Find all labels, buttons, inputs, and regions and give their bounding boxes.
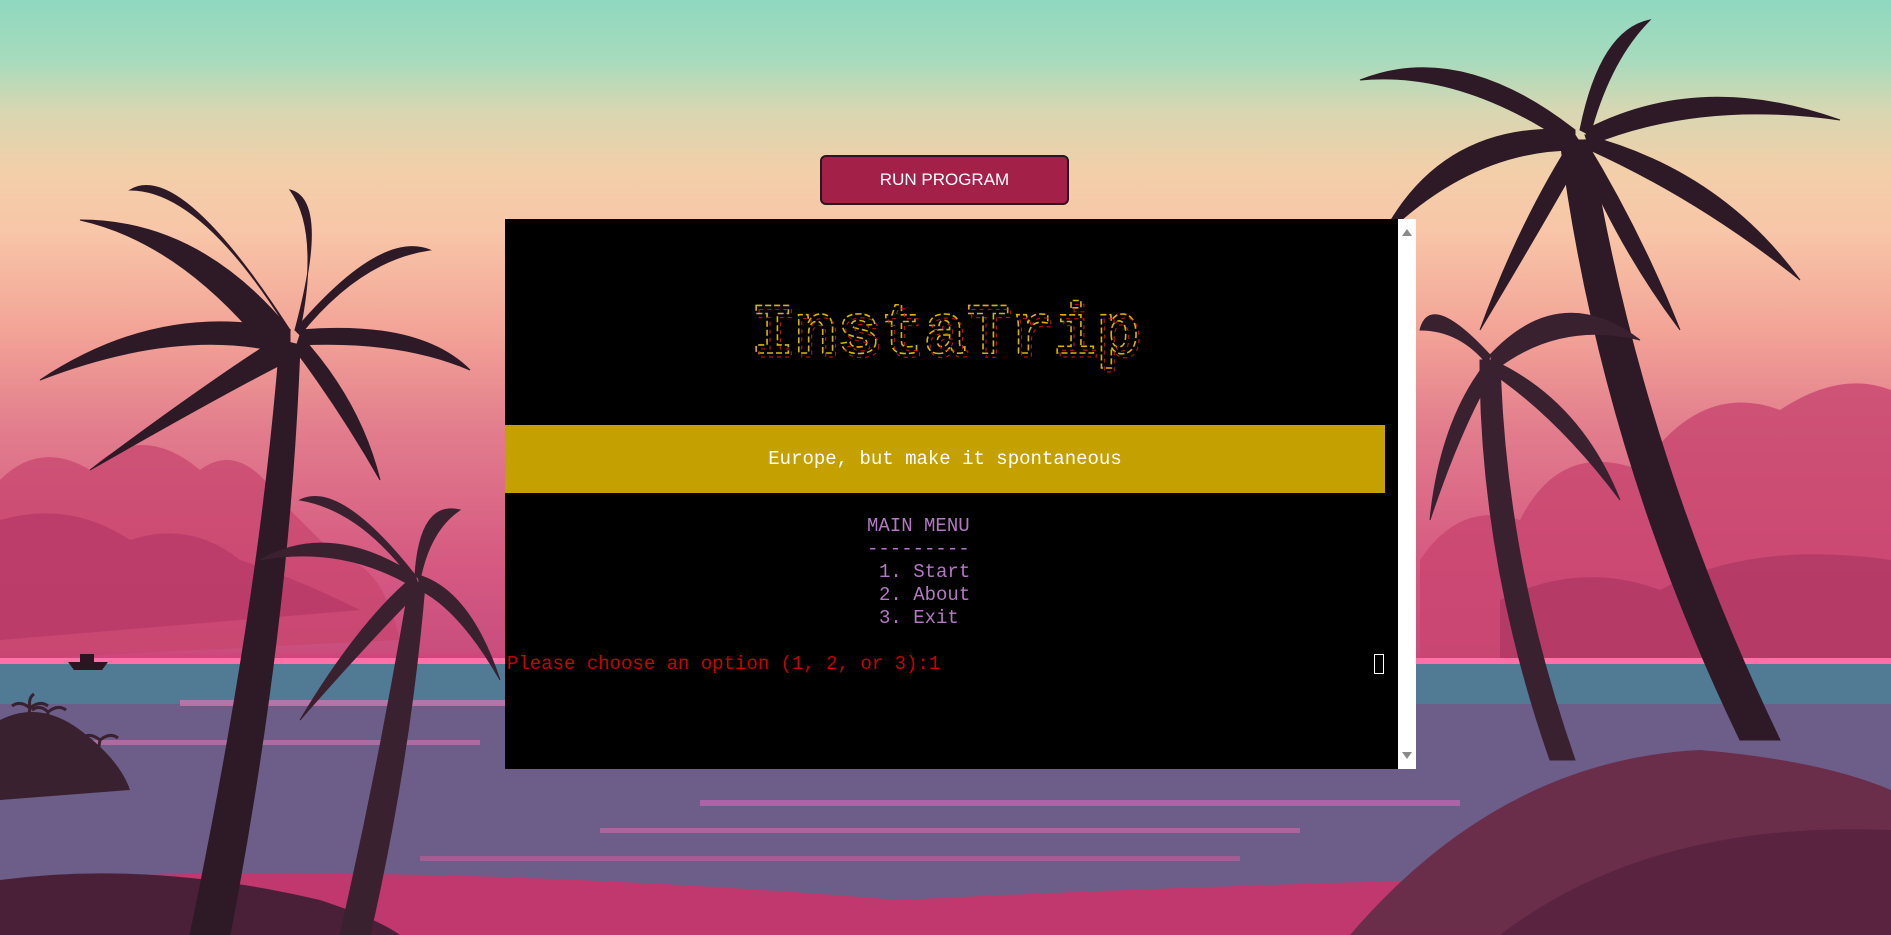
tagline-text: Europe, but make it spontaneous xyxy=(768,448,1122,470)
menu-divider: --------- xyxy=(867,538,970,560)
menu-option-start: 1. Start xyxy=(879,561,971,583)
scroll-down-icon[interactable] xyxy=(1402,752,1412,759)
terminal-output: InstaTrip InstaTrip Europe, but make it … xyxy=(505,219,1385,769)
tagline-banner: Europe, but make it spontaneous xyxy=(505,425,1385,493)
cursor-icon xyxy=(1374,654,1384,674)
ascii-logo: InstaTrip InstaTrip xyxy=(750,292,1143,379)
logo-text-shadow: InstaTrip xyxy=(754,297,1143,379)
terminal-scrollbar[interactable] xyxy=(1398,219,1416,769)
menu-title: MAIN MENU xyxy=(867,515,970,537)
menu-option-about: 2. About xyxy=(879,584,971,606)
boat-icon xyxy=(68,654,108,670)
scroll-up-icon[interactable] xyxy=(1402,229,1412,236)
input-prompt[interactable]: Please choose an option (1, 2, or 3):1 xyxy=(507,653,940,675)
run-program-button[interactable]: RUN PROGRAM xyxy=(820,155,1069,205)
menu-option-exit: 3. Exit xyxy=(879,607,959,629)
terminal-window[interactable]: InstaTrip InstaTrip Europe, but make it … xyxy=(505,219,1416,769)
